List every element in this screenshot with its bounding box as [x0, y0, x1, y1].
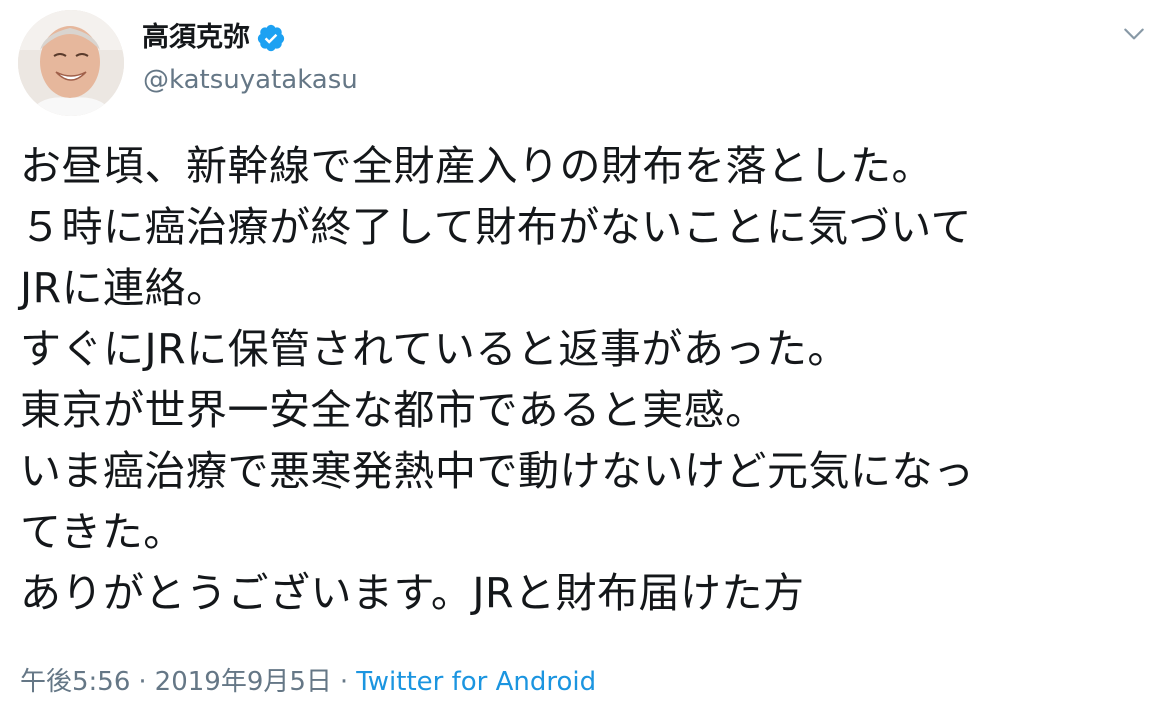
tweet-date[interactable]: 2019年9月5日 — [155, 664, 332, 700]
verified-badge-icon — [256, 23, 286, 53]
display-name-text: 高須克弥 — [142, 22, 250, 53]
avatar[interactable] — [18, 10, 124, 116]
screen-name[interactable]: @katsuyatakasu — [143, 64, 358, 96]
meta-separator: · — [138, 667, 147, 697]
tweet-source-link[interactable]: Twitter for Android — [356, 664, 596, 700]
tweet-text: お昼頃、新幹線で全財産入りの財布を落とした。 ５時に癌治療が終了して財布がないこ… — [20, 136, 1150, 624]
tweet-text-line: JRに連絡。 — [20, 264, 228, 312]
chevron-down-icon — [1124, 28, 1144, 40]
tweet-text-line: 東京が世界一安全な都市であると実感。 — [20, 386, 767, 434]
tweet-time[interactable]: 午後5:56 — [20, 664, 130, 700]
tweet-text-line: すぐにJRに保管されていると返事があった。 — [20, 325, 849, 373]
tweet-text-line: てきた。 — [20, 508, 185, 556]
tweet-text-line: ありがとうございます。JRと財布届けた方 — [20, 569, 805, 617]
meta-separator: · — [339, 667, 349, 697]
avatar-photo — [18, 10, 124, 116]
tweet-card: 高須克弥 @katsuyatakasu お昼頃、新幹線で全財産入りの財布を落とし… — [0, 0, 1164, 715]
tweet-text-line: いま癌治療で悪寒発熱中で動けないけど元気になっ — [20, 447, 975, 495]
tweet-menu-button[interactable] — [1116, 16, 1152, 52]
tweet-metadata: 午後5:56 · 2019年9月5日 · Twitter for Android — [20, 664, 596, 700]
tweet-text-line: ５時に癌治療が終了して財布がないことに気づいて — [20, 203, 973, 251]
display-name[interactable]: 高須克弥 — [142, 22, 286, 54]
tweet-text-line: お昼頃、新幹線で全財産入りの財布を落とした。 — [20, 142, 933, 190]
